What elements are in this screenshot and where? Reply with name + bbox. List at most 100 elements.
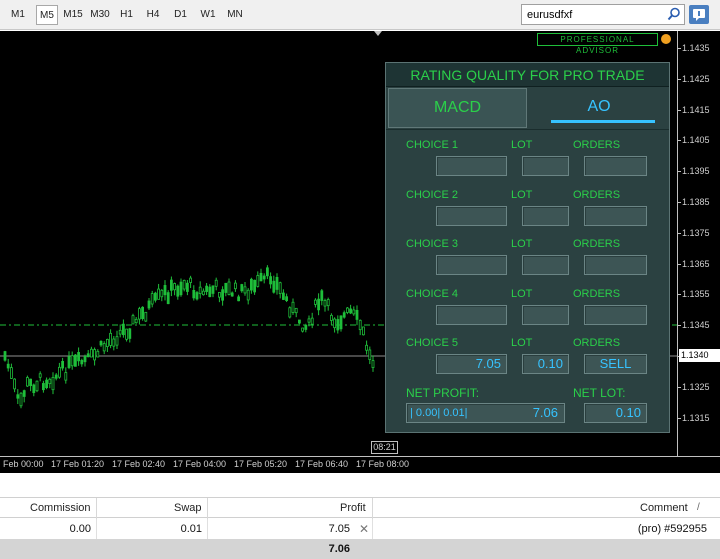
choice-value-field[interactable] bbox=[436, 205, 507, 226]
time-label: 17 Feb 08:00 bbox=[356, 459, 410, 469]
orders-label: ORDERS bbox=[573, 188, 621, 201]
candle-body bbox=[198, 286, 202, 295]
candle-body bbox=[310, 317, 314, 325]
candle-body bbox=[102, 343, 106, 352]
column-swap[interactable]: Swap bbox=[174, 502, 202, 514]
timeframe-m1-button[interactable]: M1 bbox=[5, 5, 31, 25]
net-profit-value: 7.06 bbox=[532, 405, 558, 420]
panel-title: RATING QUALITY FOR PRO TRADE bbox=[386, 63, 669, 87]
candle-body bbox=[275, 276, 279, 290]
total-row: 7.06 bbox=[0, 539, 720, 559]
candle-body bbox=[9, 367, 13, 379]
messages-button[interactable] bbox=[689, 5, 709, 24]
symbol-search-input[interactable] bbox=[522, 5, 662, 24]
active-tab-indicator bbox=[551, 120, 655, 123]
column-separator[interactable] bbox=[372, 498, 373, 519]
candle-body bbox=[365, 344, 369, 351]
choice-value-field[interactable] bbox=[436, 156, 507, 176]
candle-body bbox=[128, 328, 132, 339]
price-label: 1.1385 bbox=[682, 197, 710, 207]
table-row[interactable]: 0.00 0.01 7.05 ✕ (pro) #592955 bbox=[0, 519, 720, 539]
candle-body bbox=[262, 275, 266, 280]
orders-value-field[interactable]: SELL bbox=[584, 354, 647, 374]
candle-body bbox=[80, 359, 84, 365]
candle-body bbox=[25, 377, 29, 387]
lot-value-field[interactable] bbox=[522, 255, 569, 275]
net-profit-field[interactable]: | 0.00| 0.01| 7.06 bbox=[406, 403, 565, 423]
candle-body bbox=[333, 318, 337, 329]
candle-body bbox=[368, 349, 372, 360]
lot-label: LOT bbox=[511, 238, 533, 250]
candle-body bbox=[339, 315, 343, 330]
candle-body bbox=[285, 296, 289, 302]
price-tick bbox=[678, 325, 681, 327]
price-tick bbox=[678, 202, 681, 203]
timeframe-h1-button[interactable]: H1 bbox=[114, 5, 139, 25]
time-label: 17 Feb 05:20 bbox=[234, 459, 288, 469]
orders-label: ORDERS bbox=[573, 287, 621, 300]
column-separator[interactable] bbox=[207, 498, 208, 519]
timeframe-m15-button[interactable]: M15 bbox=[60, 5, 86, 25]
lot-value-field[interactable] bbox=[522, 156, 569, 176]
candle-body bbox=[137, 308, 141, 320]
timeframe-m5-button[interactable]: M5 bbox=[36, 5, 58, 25]
close-order-icon[interactable]: ✕ bbox=[359, 522, 369, 536]
candle-body bbox=[345, 307, 349, 313]
column-commission[interactable]: Commission bbox=[30, 502, 91, 514]
candle-body bbox=[217, 292, 221, 298]
timeframe-h4-button[interactable]: H4 bbox=[140, 5, 166, 25]
candle-body bbox=[323, 300, 327, 307]
lot-value-field[interactable]: 0.10 bbox=[522, 354, 569, 374]
column-profit[interactable]: Profit bbox=[340, 502, 366, 514]
candle-body bbox=[259, 272, 263, 282]
candle-body bbox=[38, 373, 42, 378]
row-separator bbox=[372, 519, 373, 539]
panel-divider bbox=[386, 129, 669, 130]
orders-value-field[interactable] bbox=[584, 255, 647, 275]
search-icon[interactable] bbox=[667, 7, 681, 21]
candle-body bbox=[169, 279, 173, 291]
timeframe-m30-button[interactable]: M30 bbox=[87, 5, 113, 25]
candle-body bbox=[243, 286, 247, 294]
column-separator[interactable] bbox=[96, 498, 97, 519]
choice-label: CHOICE 5 bbox=[406, 337, 458, 349]
candle-body bbox=[61, 360, 64, 369]
candle-body bbox=[106, 338, 109, 348]
candle-body bbox=[42, 383, 45, 391]
candle-body bbox=[6, 363, 10, 369]
time-label: 17 Feb 01:20 bbox=[51, 459, 105, 469]
candle-body bbox=[173, 283, 177, 291]
orders-value-field[interactable] bbox=[584, 156, 647, 176]
candle-body bbox=[54, 374, 58, 379]
price-axis: 1.1435 1.1425 1.1415 1.1405 1.1395 1.1385 1.13… bbox=[677, 31, 720, 456]
candle-body bbox=[51, 377, 55, 391]
column-comment[interactable]: Comment bbox=[640, 502, 688, 514]
current-price-label: 1.1340 bbox=[679, 349, 720, 362]
candle-body bbox=[320, 290, 324, 301]
chart-shift-marker[interactable] bbox=[374, 31, 382, 36]
rating-quality-panel: RATING QUALITY FOR PRO TRADE MACD AO CHO… bbox=[385, 62, 670, 433]
choice-label: CHOICE 2 bbox=[406, 188, 458, 201]
net-profit-label: NET PROFIT: bbox=[406, 386, 480, 400]
tab-macd[interactable]: MACD bbox=[388, 88, 527, 128]
lot-value-field[interactable] bbox=[522, 205, 569, 226]
net-lot-field[interactable]: 0.10 bbox=[584, 403, 647, 423]
timeframe-w1-button[interactable]: W1 bbox=[195, 5, 221, 25]
orders-value-field[interactable] bbox=[584, 205, 647, 226]
choice-value-field[interactable] bbox=[436, 255, 507, 275]
price-tick bbox=[678, 417, 681, 419]
candle-body bbox=[304, 324, 308, 330]
lot-value-field[interactable] bbox=[522, 304, 569, 325]
orders-value-field[interactable] bbox=[584, 304, 647, 325]
price-label: 1.1405 bbox=[682, 135, 710, 146]
timeframe-d1-button[interactable]: D1 bbox=[167, 5, 194, 25]
candle-body bbox=[144, 311, 148, 322]
candle-body bbox=[182, 279, 186, 290]
price-tick bbox=[678, 171, 681, 173]
choice-value-field[interactable]: 7.05 bbox=[436, 354, 507, 374]
candle-body bbox=[90, 348, 93, 358]
choice-value-field[interactable] bbox=[436, 304, 507, 325]
candle-body bbox=[233, 282, 237, 290]
timeframe-mn-button[interactable]: MN bbox=[222, 5, 248, 25]
price-tick bbox=[678, 140, 681, 142]
